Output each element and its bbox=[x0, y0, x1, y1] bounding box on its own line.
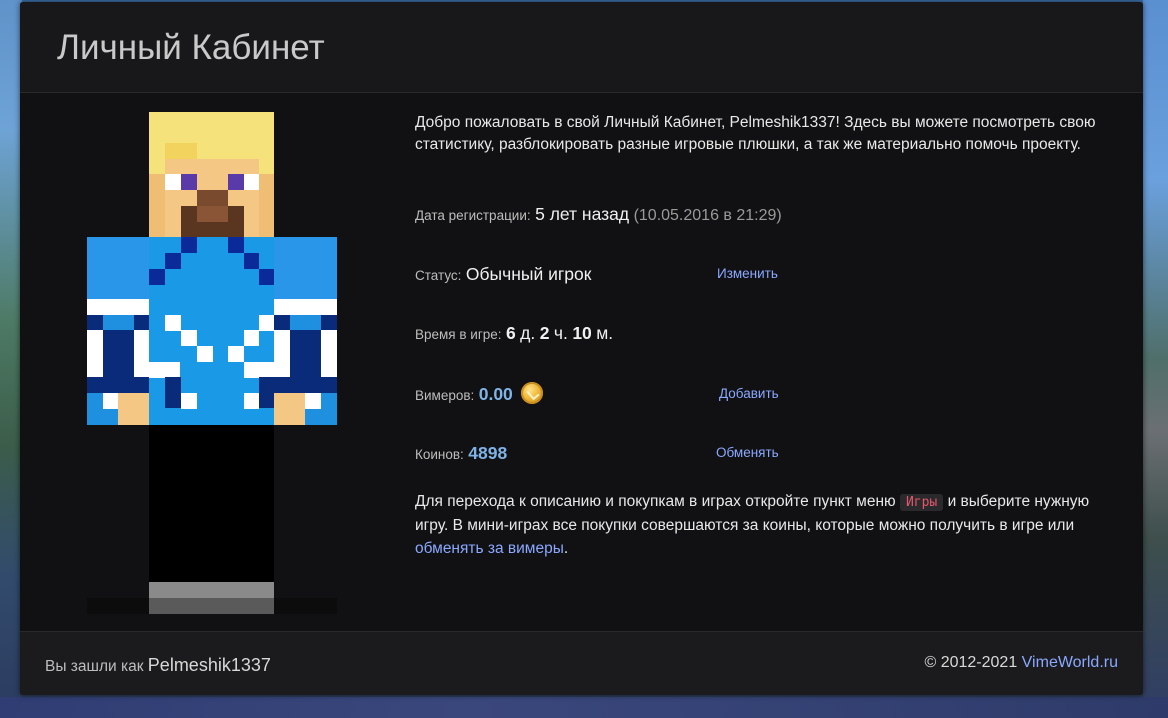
account-panel: Личный Кабинет Добро пожаловать в свой Л… bbox=[20, 2, 1143, 695]
add-vimers-link[interactable]: Добавить bbox=[719, 386, 779, 401]
logged-in-label: Вы зашли как bbox=[45, 658, 144, 675]
player-skin-image bbox=[87, 112, 337, 614]
page-title: Личный Кабинет bbox=[57, 28, 325, 67]
vimers-row: Вимеров: 0.00 Добавить bbox=[415, 382, 835, 405]
coins-row: Коинов: 4898 Обменять bbox=[415, 443, 835, 464]
logged-in-as: Вы зашли как Pelmeshik1337 bbox=[45, 655, 271, 676]
background-right bbox=[1143, 0, 1168, 718]
playtime-days-unit: д. bbox=[520, 323, 536, 343]
registration-label: Дата регистрации: bbox=[415, 208, 531, 223]
exchange-coins-link[interactable]: Обменять bbox=[716, 445, 779, 460]
copyright: © 2012-2021 VimeWorld.ru bbox=[924, 654, 1118, 672]
copyright-text: © 2012-2021 bbox=[924, 654, 1018, 671]
registration-value: 5 лет назад bbox=[535, 204, 630, 224]
site-link[interactable]: VimeWorld.ru bbox=[1022, 654, 1118, 671]
background-left bbox=[0, 0, 22, 718]
status-row: Статус: Обычный игрок Изменить bbox=[415, 264, 835, 285]
vimers-value: 0.00 bbox=[478, 384, 513, 404]
playtime-minutes-unit: м. bbox=[596, 323, 614, 343]
playtime-days: 6 bbox=[505, 323, 516, 343]
footer-username: Pelmeshik1337 bbox=[147, 655, 271, 675]
games-menu-hint: Игры bbox=[899, 494, 944, 511]
coins-value: 4898 bbox=[468, 443, 508, 463]
playtime-label: Время в игре: bbox=[415, 327, 502, 342]
change-status-link[interactable]: Изменить bbox=[717, 266, 778, 281]
info-text: Для перехода к описанию и покупкам в игр… bbox=[415, 490, 1105, 560]
playtime-row: Время в игре: 6 д. 2 ч. 10 м. bbox=[415, 323, 613, 344]
status-value: Обычный игрок bbox=[465, 264, 592, 284]
playtime-hours: 2 bbox=[539, 323, 550, 343]
coins-label: Коинов: bbox=[415, 447, 464, 462]
registration-date: (10.05.2016 в 21:29) bbox=[633, 207, 782, 224]
exchange-for-vimers-link[interactable]: обменять за вимеры bbox=[415, 540, 564, 557]
welcome-text: Добро пожаловать в свой Личный Кабинет, … bbox=[415, 114, 1096, 153]
panel-footer: Вы зашли как Pelmeshik1337 © 2012-2021 V… bbox=[20, 631, 1143, 695]
account-info: Добро пожаловать в свой Личный Кабинет, … bbox=[415, 112, 1115, 557]
info-text-part3: . bbox=[563, 540, 569, 557]
status-label: Статус: bbox=[415, 268, 462, 283]
vimer-coin-icon bbox=[521, 382, 544, 404]
info-text-part1: Для перехода к описанию и покупкам в игр… bbox=[415, 493, 896, 510]
background-bottom bbox=[0, 697, 1168, 718]
panel-header: Личный Кабинет bbox=[20, 2, 1143, 93]
playtime-hours-unit: ч. bbox=[553, 323, 568, 343]
registration-row: Дата регистрации: 5 лет назад (10.05.201… bbox=[415, 204, 782, 225]
playtime-minutes: 10 bbox=[572, 323, 592, 343]
vimers-label: Вимеров: bbox=[415, 388, 475, 403]
